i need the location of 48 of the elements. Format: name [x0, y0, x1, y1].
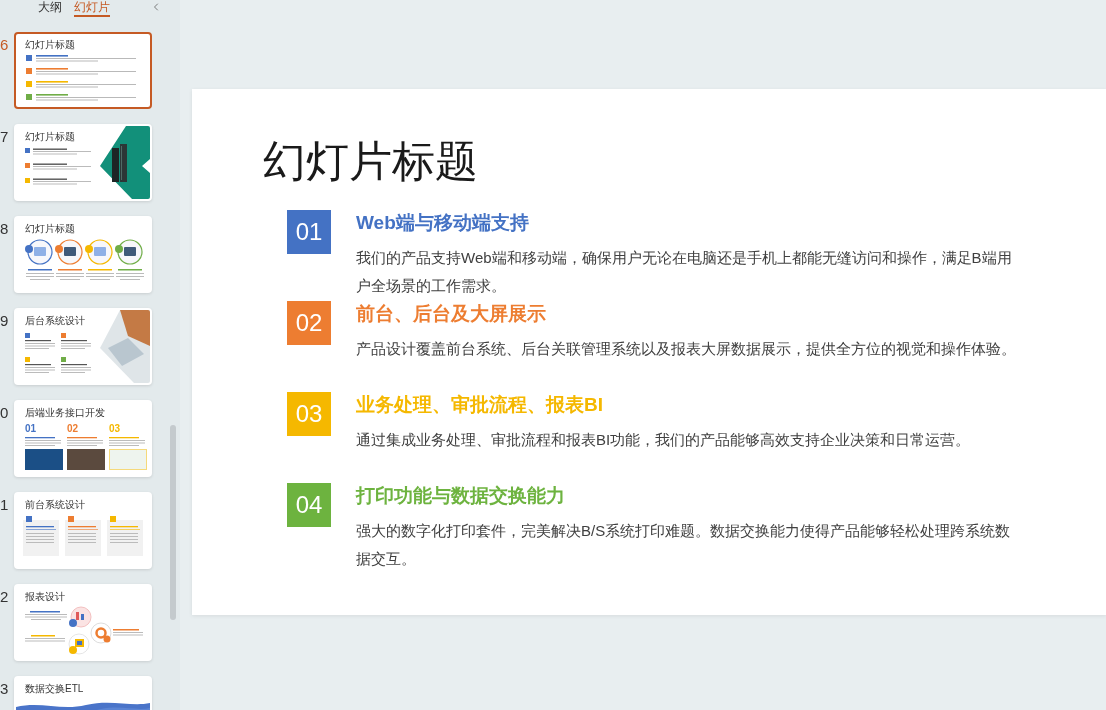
slide-number: 3 — [0, 680, 10, 698]
slide-number: 9 — [0, 312, 10, 330]
column-number: 02 — [67, 423, 80, 435]
thumbnail-title: 幻灯片标题 — [25, 223, 76, 235]
slide-thumbnail[interactable]: 报表设计 — [14, 584, 152, 661]
slide-thumbnail[interactable]: 后端业务接口开发 01 02 03 — [14, 400, 152, 477]
panel-tab[interactable]: 幻灯片 — [74, 0, 110, 17]
slide-title: 幻灯片标题 — [263, 136, 478, 187]
column-preview-drawing — [67, 437, 105, 470]
column-preview-drawing — [25, 437, 63, 470]
panel-tab[interactable]: 大纲 — [38, 0, 62, 17]
item-number: 03 — [287, 392, 331, 436]
item-description: 强大的数字化打印套件，完美解决B/S系统打印难题。数据交换能力使得产品能够轻松处理跨系统数据交互。 — [356, 521, 1012, 569]
item-number: 01 — [287, 210, 331, 254]
item-heading: 业务处理、审批流程、报表BI — [356, 393, 603, 417]
item-description: 产品设计覆盖前台系统、后台关联管理系统以及报表大屏数据展示，提供全方位的视觉和操作体验。 — [356, 339, 1017, 359]
item-number: 02 — [287, 301, 331, 345]
slide-number: 8 — [0, 220, 10, 238]
slide-thumbnail[interactable]: 后台系统设计 — [14, 308, 152, 385]
slide-thumbnail[interactable]: 幻灯片标题 — [14, 216, 152, 293]
slide-number: 0 — [0, 404, 10, 422]
slide-number: 1 — [0, 496, 10, 514]
scrollbar-thumb[interactable] — [170, 425, 176, 620]
thumbnail-title: 后端业务接口开发 — [25, 407, 106, 419]
item-heading: 前台、后台及大屏展示 — [356, 302, 546, 326]
thumbnail-title: 幻灯片标题 — [25, 131, 76, 143]
item-description: 通过集成业务处理、审批流程和报表BI功能，我们的产品能够高效支持企业决策和日常运营。 — [356, 430, 972, 450]
slide-preview-drawing — [25, 333, 91, 373]
item-description: 我们的产品支持Web端和移动端，确保用户无论在电脑还是手机上都能无缝访问和操作，满足B端用户全场景的工作需求。 — [356, 248, 1013, 296]
thumbnail-title: 报表设计 — [25, 591, 66, 603]
item-heading: 打印功能与数据交换能力 — [356, 484, 565, 508]
slide-thumbnail[interactable]: 幻灯片标题 — [14, 32, 152, 109]
slide-number: 7 — [0, 128, 10, 146]
thumbnail-title: 后台系统设计 — [25, 315, 86, 327]
column-preview-drawing — [109, 437, 147, 470]
thumbnail-title: 幻灯片标题 — [25, 39, 76, 51]
slide-number: 6 — [0, 36, 10, 54]
column-number: 01 — [25, 423, 38, 435]
slide-thumbnail[interactable]: 数据交换ETL — [14, 676, 152, 710]
slide-thumbnail[interactable]: 幻灯片标题 — [14, 124, 152, 201]
thumbnail-title: 前台系统设计 — [25, 499, 86, 511]
item-heading: Web端与移动端支持 — [356, 211, 529, 235]
slide-thumbnail[interactable]: 前台系统设计 — [14, 492, 152, 569]
item-number: 04 — [287, 483, 331, 527]
slide-preview-drawing — [25, 148, 93, 186]
column-number: 03 — [109, 423, 122, 435]
thumbnail-title: 数据交换ETL — [25, 683, 85, 695]
slide-number: 2 — [0, 588, 10, 606]
